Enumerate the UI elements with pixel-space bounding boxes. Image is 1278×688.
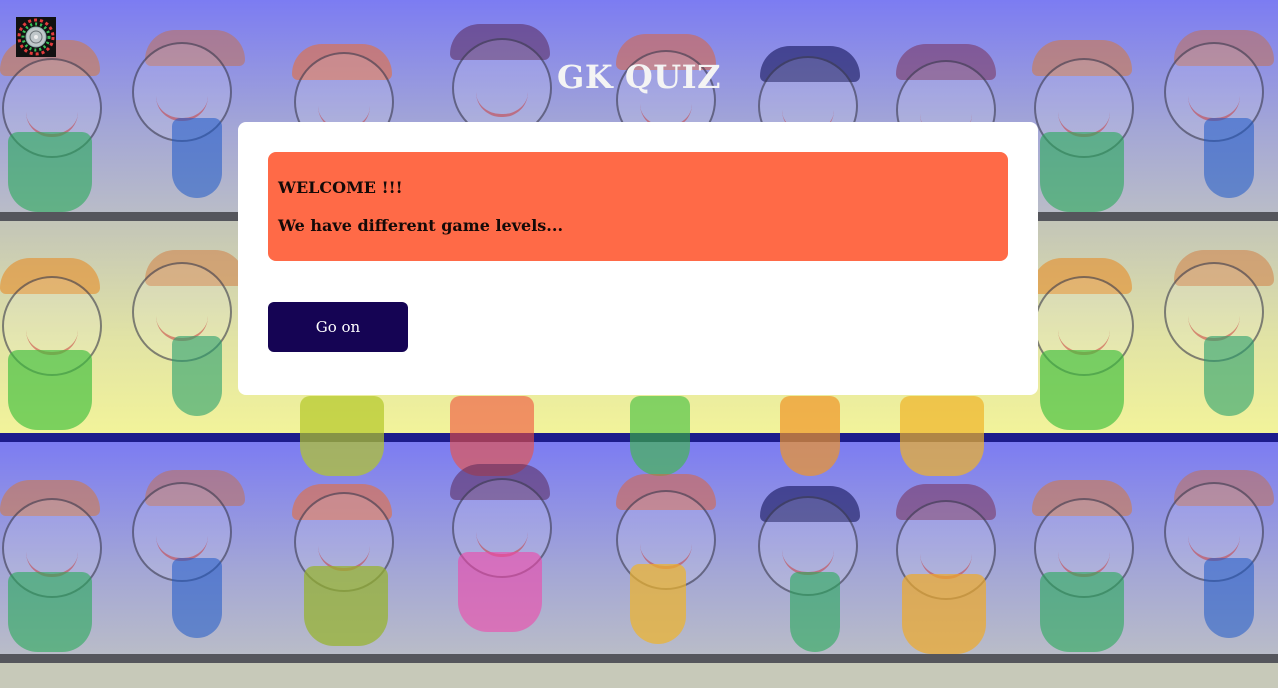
welcome-title: WELCOME !!! [278,178,403,197]
quiz-card: WELCOME !!! We have different game level… [238,122,1038,395]
welcome-message: We have different game levels... [278,216,564,235]
roulette-wheel-icon[interactable] [16,17,56,57]
background-band-footer [0,663,1278,688]
background-stripe [0,654,1278,663]
page-title: GK QUIZ [557,58,721,96]
welcome-banner: WELCOME !!! We have different game level… [268,152,1008,261]
go-on-button[interactable]: Go on [268,302,408,352]
